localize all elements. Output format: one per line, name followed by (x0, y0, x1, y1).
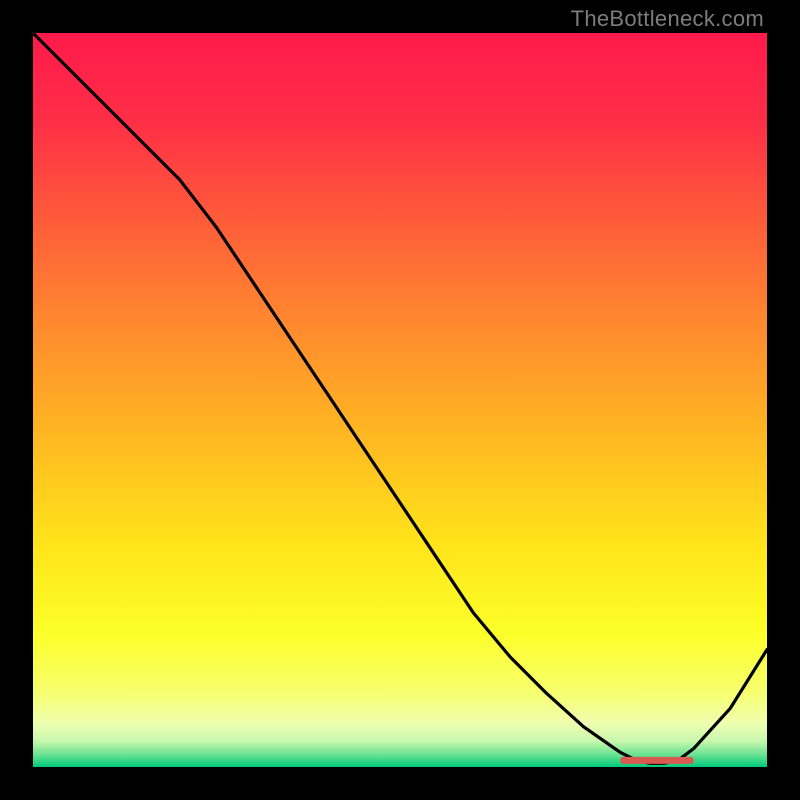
bottleneck-curve-chart (33, 33, 767, 767)
chart-area (33, 33, 767, 767)
optimal-range-marker (620, 757, 693, 764)
watermark-text: TheBottleneck.com (571, 6, 764, 32)
